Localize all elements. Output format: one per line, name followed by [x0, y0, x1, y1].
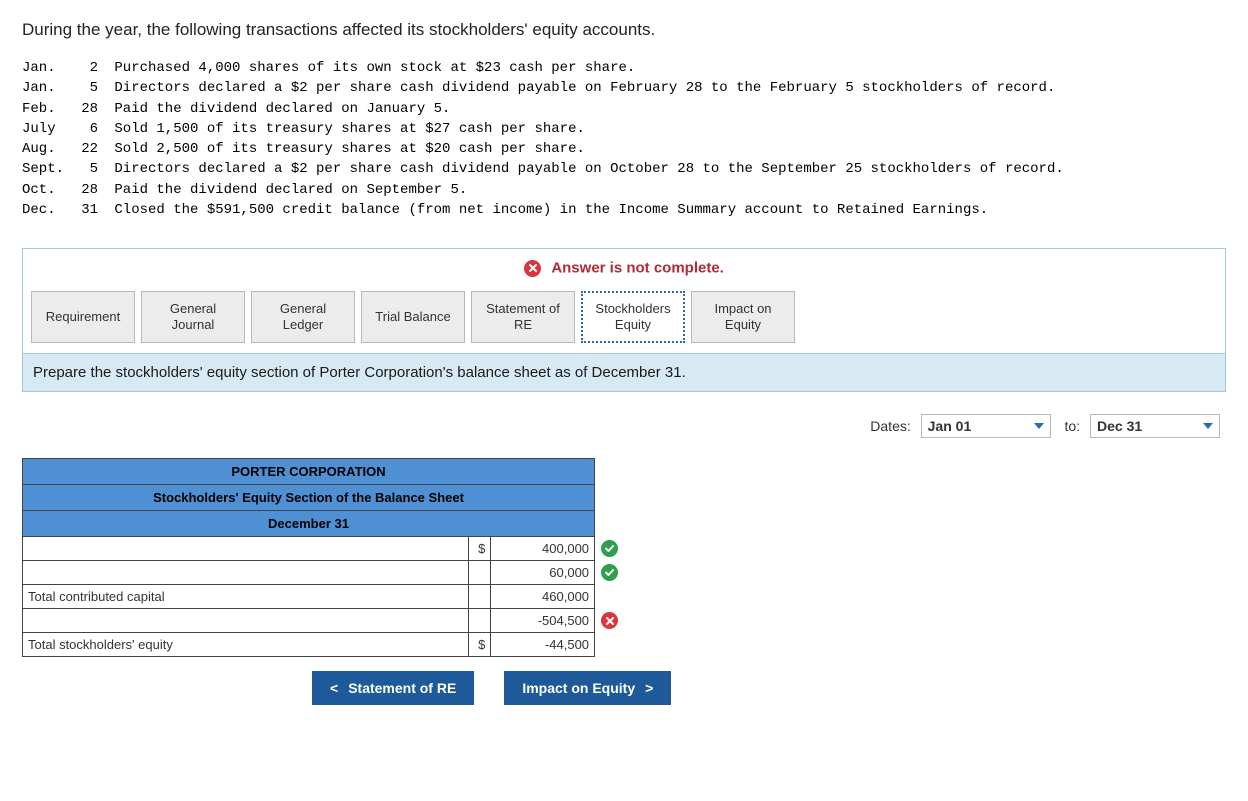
row-desc[interactable] [23, 561, 469, 585]
tab-trial-balance[interactable]: Trial Balance [361, 291, 465, 344]
row-mark [595, 561, 622, 585]
prev-label: Statement of RE [348, 680, 456, 696]
tab-row: Requirement General Journal General Ledg… [23, 291, 1225, 354]
transaction-row: Aug.22 Sold 2,500 of its treasury shares… [22, 139, 1226, 159]
tab-requirement[interactable]: Requirement [31, 291, 135, 344]
transaction-row: July6 Sold 1,500 of its treasury shares … [22, 119, 1226, 139]
row-mark [595, 585, 622, 609]
row-currency: $ [468, 633, 491, 657]
transaction-row: Jan.2 Purchased 4,000 shares of its own … [22, 58, 1226, 78]
transaction-row: Sept.5 Directors declared a $2 per share… [22, 159, 1226, 179]
instruction-text: Prepare the stockholders' equity section… [23, 353, 1225, 391]
check-icon [601, 564, 618, 581]
error-icon [524, 260, 541, 277]
next-label: Impact on Equity [522, 680, 635, 696]
chevron-right-icon: > [645, 680, 653, 696]
dates-to-label: to: [1065, 418, 1081, 434]
row-desc[interactable]: Total stockholders' equity [23, 633, 469, 657]
row-currency [468, 561, 491, 585]
date-from-select[interactable]: Jan 01 [921, 414, 1051, 438]
x-icon [601, 612, 618, 629]
row-desc[interactable] [23, 609, 469, 633]
row-amount[interactable]: 460,000 [491, 585, 595, 609]
row-amount[interactable]: 400,000 [491, 537, 595, 561]
chevron-down-icon [1034, 423, 1044, 429]
sheet-row: 60,000 [23, 561, 622, 585]
date-row: Dates: Jan 01 to: Dec 31 [22, 410, 1226, 438]
tab-impact-equity[interactable]: Impact on Equity [691, 291, 795, 344]
sheet-title: Stockholders' Equity Section of the Bala… [23, 485, 595, 511]
sheet-company: PORTER CORPORATION [23, 459, 595, 485]
nav-buttons: < Statement of RE Impact on Equity > [312, 671, 1226, 705]
row-desc[interactable] [23, 537, 469, 561]
equity-sheet: PORTER CORPORATION Stockholders' Equity … [22, 458, 622, 657]
prev-button[interactable]: < Statement of RE [312, 671, 474, 705]
transaction-row: Oct.28 Paid the dividend declared on Sep… [22, 180, 1226, 200]
transaction-row: Dec.31 Closed the $591,500 credit balanc… [22, 200, 1226, 220]
row-desc[interactable]: Total contributed capital [23, 585, 469, 609]
tab-stockholders-equity[interactable]: Stockholders Equity [581, 291, 685, 344]
row-currency [468, 609, 491, 633]
chevron-down-icon [1203, 423, 1213, 429]
row-mark [595, 633, 622, 657]
banner-text: Answer is not complete. [551, 260, 724, 277]
date-to-value: Dec 31 [1097, 418, 1142, 434]
transactions-list: Jan.2 Purchased 4,000 shares of its own … [22, 58, 1226, 220]
chevron-left-icon: < [330, 680, 338, 696]
row-amount[interactable]: 60,000 [491, 561, 595, 585]
answer-banner: Answer is not complete. [23, 249, 1225, 291]
sheet-row: -504,500 [23, 609, 622, 633]
tab-statement-re[interactable]: Statement of RE [471, 291, 575, 344]
row-currency: $ [468, 537, 491, 561]
sheet-asof: December 31 [23, 511, 595, 537]
sheet-row: Total stockholders' equity$-44,500 [23, 633, 622, 657]
dates-label: Dates: [870, 418, 910, 434]
date-from-value: Jan 01 [928, 418, 972, 434]
row-amount[interactable]: -44,500 [491, 633, 595, 657]
row-mark [595, 537, 622, 561]
row-mark [595, 609, 622, 633]
next-button[interactable]: Impact on Equity > [504, 671, 671, 705]
answer-region: Answer is not complete. Requirement Gene… [22, 248, 1226, 392]
row-currency [468, 585, 491, 609]
date-to-select[interactable]: Dec 31 [1090, 414, 1220, 438]
sheet-row: $400,000 [23, 537, 622, 561]
tab-general-journal[interactable]: General Journal [141, 291, 245, 344]
row-amount[interactable]: -504,500 [491, 609, 595, 633]
sheet-row: Total contributed capital 460,000 [23, 585, 622, 609]
intro-text: During the year, the following transacti… [22, 20, 1226, 40]
transaction-row: Jan.5 Directors declared a $2 per share … [22, 78, 1226, 98]
check-icon [601, 540, 618, 557]
transaction-row: Feb.28 Paid the dividend declared on Jan… [22, 99, 1226, 119]
tab-general-ledger[interactable]: General Ledger [251, 291, 355, 344]
